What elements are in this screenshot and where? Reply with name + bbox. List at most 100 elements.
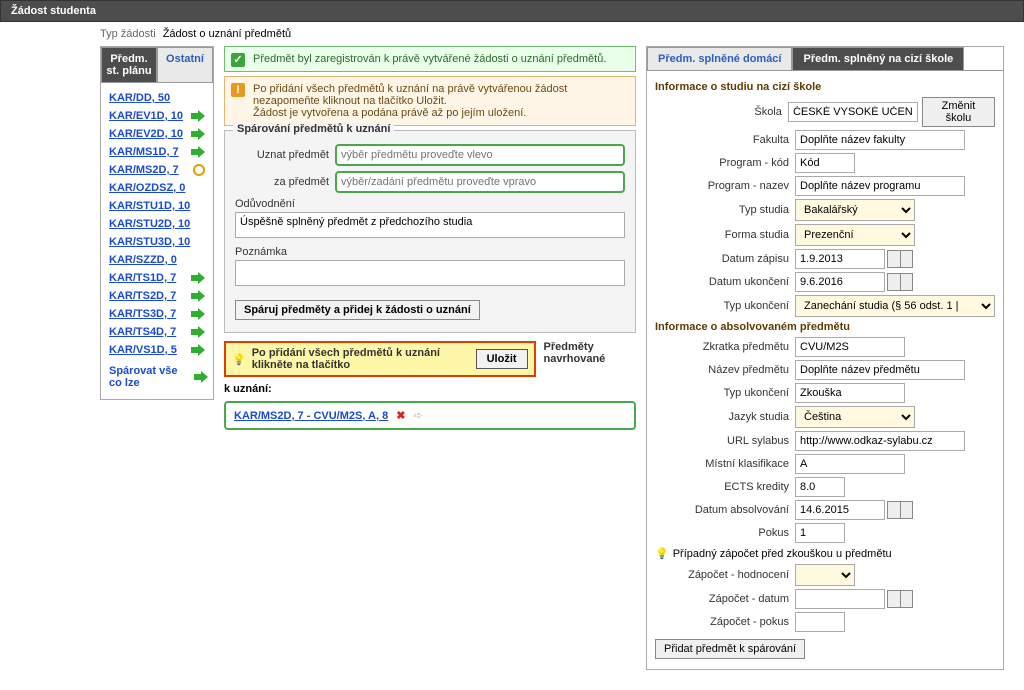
subject-link[interactable]: KAR/OZDSZ, 0 (109, 182, 185, 194)
input-datum-absolv[interactable] (795, 500, 885, 520)
arrow-right-icon[interactable] (191, 272, 205, 284)
calendar-icon[interactable] (887, 590, 913, 608)
subject-link[interactable]: KAR/EV2D, 10 (109, 128, 183, 140)
right-panel: Předm. splněné domácí Předm. splněný na … (646, 46, 1004, 670)
input-url[interactable] (795, 431, 965, 451)
message-warning: ! Po přidání všech předmětů k uznání na … (224, 76, 636, 126)
middle-panel: ✓ Předmět byl zaregistrován k právě vytv… (224, 46, 636, 430)
input-skola[interactable] (788, 102, 918, 122)
tab-plan-subjects[interactable]: Předm. st. plánu (101, 47, 157, 82)
request-type-label: Typ žádosti (100, 28, 156, 40)
subject-link[interactable]: KAR/DD, 50 (109, 92, 170, 104)
label-nazev-predmetu: Název předmětu (655, 364, 795, 376)
subject-row: KAR/MS1D, 7 (109, 143, 205, 161)
input-za-predmet[interactable] (335, 171, 625, 193)
subject-row: KAR/TS3D, 7 (109, 305, 205, 323)
save-hint-box: 💡 Po přidání všech předmětů k uznání kli… (224, 341, 536, 377)
bulb-icon: 💡 (655, 547, 669, 560)
change-school-button[interactable]: Změnit školu (922, 97, 995, 127)
subject-link[interactable]: KAR/MS2D, 7 (109, 164, 179, 176)
subject-row: KAR/OZDSZ, 0 (109, 179, 205, 197)
label-typ-studia: Typ studia (655, 204, 795, 216)
calendar-icon[interactable] (887, 273, 913, 291)
message-success: ✓ Předmět byl zaregistrován k právě vytv… (224, 46, 636, 72)
add-to-pairing-button[interactable]: Přidat předmět k spárování (655, 639, 805, 659)
arrow-right-icon[interactable] (191, 110, 205, 122)
label-datum-zapisu: Datum zápisu (655, 253, 795, 265)
pair-item: KAR/MS2D, 7 - CVU/M2S, A, 8 ✖ ➪ (224, 401, 636, 430)
select-typ-studia[interactable]: Bakalářský (795, 199, 915, 221)
input-datum-ukonceni[interactable] (795, 272, 885, 292)
arrow-right-icon[interactable] (191, 326, 205, 338)
section-study-info: Informace o studiu na cizí škole (655, 81, 995, 93)
subject-link[interactable]: KAR/VS1D, 5 (109, 344, 177, 356)
subject-link[interactable]: KAR/STU2D, 10 (109, 218, 190, 230)
pair-add-button[interactable]: Spáruj předměty a přidej k žádosti o uzn… (235, 300, 480, 320)
textarea-poznamka[interactable] (235, 260, 625, 286)
subject-link[interactable]: KAR/SZZD, 0 (109, 254, 177, 266)
arrow-right-icon[interactable] (191, 290, 205, 302)
calendar-icon[interactable] (887, 501, 913, 519)
input-pokus[interactable] (795, 523, 845, 543)
subject-link[interactable]: KAR/EV1D, 10 (109, 110, 183, 122)
subject-link[interactable]: KAR/TS4D, 7 (109, 326, 176, 338)
label-program-kod: Program - kód (655, 157, 795, 169)
input-program-nazev[interactable] (795, 176, 965, 196)
label-zapocet-pokus: Zápočet - pokus (655, 616, 795, 628)
subject-link[interactable]: KAR/TS1D, 7 (109, 272, 176, 284)
subject-row: KAR/VS1D, 5 (109, 341, 205, 359)
input-uznat-predmet[interactable] (335, 144, 625, 166)
subject-link[interactable]: KAR/MS1D, 7 (109, 146, 179, 158)
subject-row: KAR/STU3D, 10 (109, 233, 205, 251)
label-fakulta: Fakulta (655, 134, 795, 146)
calendar-icon[interactable] (887, 250, 913, 268)
input-nazev-predmetu[interactable] (795, 360, 965, 380)
request-type-row: Typ žádosti Žádost o uznání předmětů (100, 28, 1004, 40)
tab-domestic[interactable]: Předm. splněné domácí (647, 47, 792, 70)
textarea-oduvodneni[interactable]: Úspěšně splněný předmět z předchozího st… (235, 212, 625, 238)
warning-icon: ! (231, 83, 245, 97)
subject-link[interactable]: KAR/STU3D, 10 (109, 236, 190, 248)
check-icon: ✓ (231, 53, 245, 67)
select-typ-ukonceni[interactable]: Zanechání studia (§ 56 odst. 1 | (795, 295, 995, 317)
remove-icon[interactable]: ✖ (396, 409, 405, 422)
input-zapocet-pokus[interactable] (795, 612, 845, 632)
input-klasifikace[interactable] (795, 454, 905, 474)
input-zkratka[interactable] (795, 337, 905, 357)
input-zapocet-datum[interactable] (795, 589, 885, 609)
label-typ-ukonceni: Typ ukončení (655, 300, 795, 312)
subject-link[interactable]: KAR/TS3D, 7 (109, 308, 176, 320)
label-klasifikace: Místní klasifikace (655, 458, 795, 470)
select-jazyk[interactable]: Čeština (795, 406, 915, 428)
pairing-legend: Spárování předmětů k uznání (233, 123, 394, 135)
select-forma-studia[interactable]: Prezenční (795, 224, 915, 246)
arrow-right-icon[interactable] (191, 146, 205, 158)
arrow-right-icon[interactable] (191, 344, 205, 356)
subject-row: KAR/TS4D, 7 (109, 323, 205, 341)
label-skola: Škola (655, 106, 788, 118)
label-url: URL sylabus (655, 435, 795, 447)
save-button[interactable]: Uložit (476, 349, 528, 369)
input-typ-ukonceni2[interactable] (795, 383, 905, 403)
arrow-right-icon[interactable] (191, 128, 205, 140)
label-za: za předmět (235, 176, 335, 188)
subject-row: KAR/DD, 50 (109, 89, 205, 107)
tab-other[interactable]: Ostatní (157, 47, 213, 82)
input-ects[interactable] (795, 477, 845, 497)
pending-icon (193, 164, 205, 176)
label-oduvodneni: Odůvodnění (235, 198, 625, 210)
input-datum-zapisu[interactable] (795, 249, 885, 269)
pair-item-link[interactable]: KAR/MS2D, 7 - CVU/M2S, A, 8 (234, 410, 388, 422)
pairing-fieldset: Spárování předmětů k uznání Uznat předmě… (224, 130, 636, 333)
arrow-right-icon[interactable] (191, 308, 205, 320)
select-zapocet-hodnoceni[interactable] (795, 564, 855, 586)
label-zkratka: Zkratka předmětu (655, 341, 795, 353)
input-fakulta[interactable] (795, 130, 965, 150)
subject-link[interactable]: KAR/STU1D, 10 (109, 200, 190, 212)
pair-all-link[interactable]: Spárovat vše co lze (109, 365, 205, 389)
request-type-value: Žádost o uznání předmětů (163, 28, 291, 40)
bulb-icon: 💡 (232, 353, 246, 366)
tab-foreign[interactable]: Předm. splněný na cizí škole (792, 47, 964, 70)
subject-link[interactable]: KAR/TS2D, 7 (109, 290, 176, 302)
input-program-kod[interactable] (795, 153, 855, 173)
